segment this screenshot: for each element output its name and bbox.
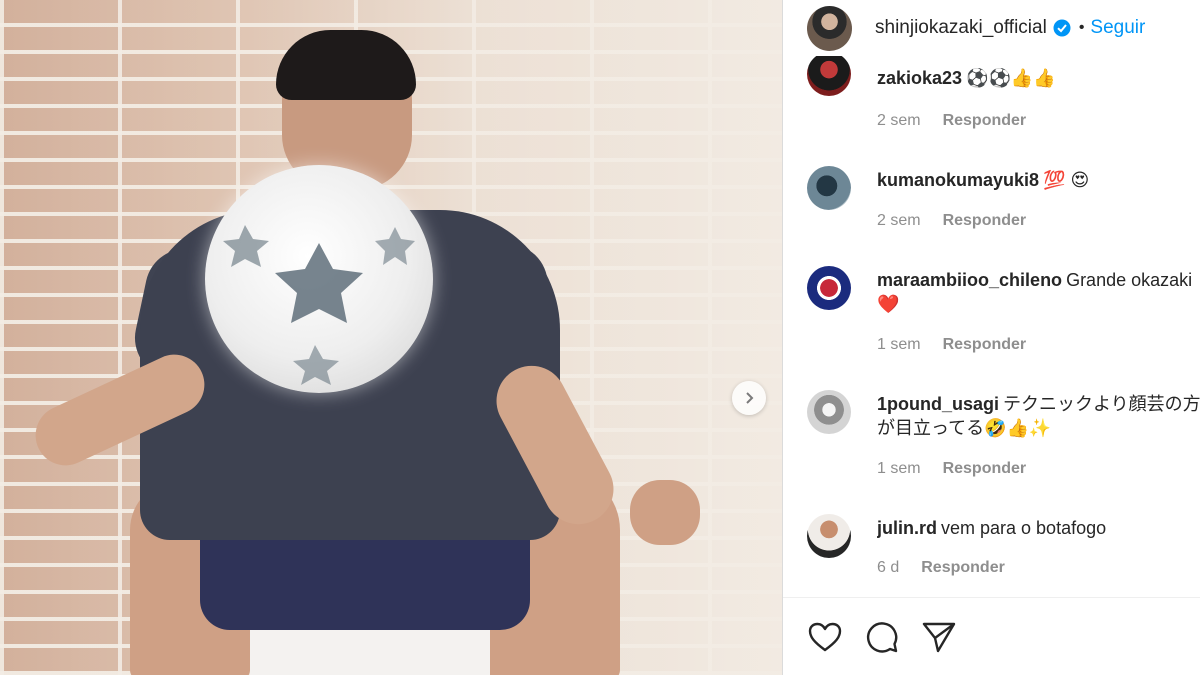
next-media-button[interactable]	[732, 381, 766, 415]
comment-username[interactable]: 1pound_usagi	[877, 394, 999, 414]
header-separator: •	[1078, 19, 1085, 36]
like-button[interactable]	[807, 619, 843, 655]
comment-meta: 2 sem Responder	[877, 212, 1026, 230]
comment-meta: 1 sem Responder	[877, 336, 1026, 354]
commenter-avatar[interactable]	[807, 266, 851, 310]
paper-plane-icon	[922, 622, 956, 652]
comment-content: 1pound_usagi テクニックより顔芸の方が目立ってる🤣👍✨	[877, 392, 1200, 442]
comment-username[interactable]: kumanokumayuki8	[877, 170, 1039, 190]
media-figure-hair	[276, 30, 416, 100]
soccer-ball	[205, 165, 433, 393]
commenter-avatar[interactable]	[807, 390, 851, 434]
owner-username[interactable]: shinjiokazaki_official	[875, 17, 1047, 39]
post-action-bar	[783, 597, 1200, 675]
comment-timestamp[interactable]: 2 sem	[877, 212, 921, 230]
commenter-avatar[interactable]	[807, 166, 851, 210]
comment-timestamp[interactable]: 1 sem	[877, 336, 921, 354]
comment-button[interactable]	[864, 619, 900, 655]
comments-list[interactable]: zakioka23 ⚽⚽👍👍 2 sem Responder kumanokuma…	[783, 56, 1200, 596]
comment-content: kumanokumayuki8 💯 😍	[877, 168, 1200, 192]
commenter-avatar[interactable]	[807, 514, 851, 558]
reply-button[interactable]: Responder	[921, 559, 1005, 577]
comment-timestamp[interactable]: 2 sem	[877, 112, 921, 130]
commenter-avatar[interactable]	[807, 56, 851, 96]
share-button[interactable]	[921, 619, 957, 655]
ball-star-pattern	[223, 225, 415, 385]
comment-username[interactable]: zakioka23	[877, 68, 962, 88]
post-side-panel: shinjiokazaki_official • Seguir zakioka2…	[782, 0, 1200, 675]
verified-badge-icon	[1053, 19, 1071, 37]
media-figure-hand	[630, 480, 700, 545]
heart-icon	[808, 622, 842, 651]
comment-timestamp[interactable]: 6 d	[877, 559, 899, 577]
follow-button[interactable]: Seguir	[1090, 17, 1145, 39]
comment-bubble-icon	[866, 621, 898, 653]
comment-timestamp[interactable]: 1 sem	[877, 460, 921, 478]
comment-text: ⚽⚽👍👍	[966, 68, 1056, 88]
comment-text: 💯 😍	[1043, 170, 1090, 190]
comment-content: julin.rd vem para o botafogo	[877, 516, 1200, 540]
reply-button[interactable]: Responder	[943, 460, 1027, 478]
comment-text: vem para o botafogo	[941, 518, 1107, 538]
reply-button[interactable]: Responder	[943, 212, 1027, 230]
comment-username[interactable]: maraambiioo_chileno	[877, 270, 1062, 290]
chevron-right-icon	[746, 392, 754, 404]
comment-content: maraambiioo_chileno Grande okazaki ❤️	[877, 268, 1200, 318]
comment-meta: 6 d Responder	[877, 559, 1005, 577]
comment-meta: 2 sem Responder	[877, 112, 1026, 130]
post-media[interactable]	[0, 0, 782, 675]
post-header: shinjiokazaki_official • Seguir	[783, 0, 1200, 56]
comment-content: zakioka23 ⚽⚽👍👍	[877, 66, 1200, 90]
owner-avatar[interactable]	[807, 5, 852, 51]
comment-meta: 1 sem Responder	[877, 460, 1026, 478]
reply-button[interactable]: Responder	[943, 112, 1027, 130]
comment-username[interactable]: julin.rd	[877, 518, 937, 538]
reply-button[interactable]: Responder	[943, 336, 1027, 354]
